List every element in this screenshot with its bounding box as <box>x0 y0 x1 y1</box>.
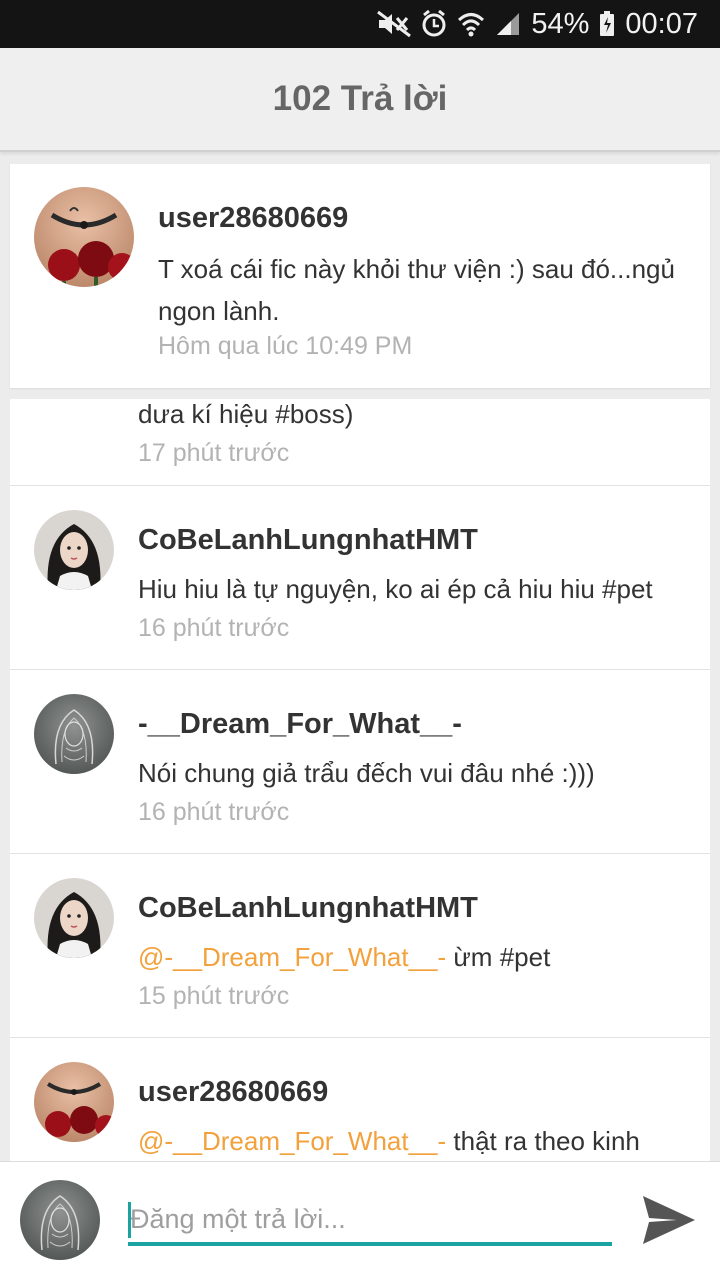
mention-link[interactable]: @-__Dream_For_What__- <box>138 1126 446 1156</box>
original-comment-card: user28680669 T xoá cái fic này khỏi thư … <box>10 164 710 388</box>
reply-message: Nói chung giả trẩu đếch vui đâu nhé :))) <box>138 756 703 790</box>
avatar[interactable] <box>34 1062 114 1142</box>
mention-link[interactable]: @-__Dream_For_What__- <box>138 942 446 972</box>
text-cursor <box>128 1202 131 1238</box>
battery-percentage: 54% <box>531 7 590 40</box>
page-title: 102 Trả lời <box>272 79 448 118</box>
reply-message: @-__Dream_For_What__- ừm #pet <box>138 940 703 974</box>
reply-text: Nói chung giả trẩu đếch vui đâu nhé :))) <box>138 758 595 788</box>
reply-username[interactable]: user28680669 <box>138 1076 328 1109</box>
clock: 00:07 <box>625 7 698 40</box>
reply-time: 16 phút trước <box>138 798 290 826</box>
avatar[interactable] <box>34 694 114 774</box>
reply-username[interactable]: -__Dream_For_What__- <box>138 708 462 741</box>
avatar[interactable] <box>34 878 114 958</box>
status-icons: 54% 00:07 <box>377 0 698 48</box>
comment-message: T xoá cái fic này khỏi thư viện :) sau đ… <box>158 254 675 326</box>
comment-time: Hôm qua lúc 10:49 PM <box>158 332 413 360</box>
list-item: CoBeLanhLungnhatHMT @-__Dream_For_What__… <box>10 854 710 1038</box>
current-user-avatar <box>20 1180 100 1260</box>
reply-input[interactable] <box>128 1196 612 1246</box>
replies-list[interactable]: dưa kí hiệu #boss) 17 phút trước CoBeLan… <box>10 399 710 1161</box>
reply-composer <box>0 1161 720 1280</box>
comment-username[interactable]: user28680669 <box>158 202 348 235</box>
reply-time: 16 phút trước <box>138 614 290 642</box>
status-bar: 54% 00:07 <box>0 0 720 48</box>
reply-text: thật ra theo kinh <box>453 1126 640 1156</box>
reply-time: 15 phút trước <box>138 982 290 1010</box>
list-item: -__Dream_For_What__- Nói chung giả trẩu … <box>10 670 710 854</box>
list-item: CoBeLanhLungnhatHMT Hiu hiu là tự nguyện… <box>10 486 710 670</box>
avatar[interactable] <box>34 510 114 590</box>
alarm-icon <box>421 10 447 38</box>
list-item: user28680669 @-__Dream_For_What__- thật … <box>10 1038 710 1161</box>
reply-time: 17 phút trước <box>138 439 290 467</box>
send-icon <box>641 1194 697 1246</box>
reply-username[interactable]: CoBeLanhLungnhatHMT <box>138 892 478 925</box>
avatar[interactable] <box>34 187 134 287</box>
reply-message: dưa kí hiệu #boss) <box>138 399 354 429</box>
mute-icon <box>377 10 412 38</box>
reply-text: Hiu hiu là tự nguyện, ko ai ép cả hiu hi… <box>138 574 653 604</box>
battery-icon <box>599 11 615 37</box>
reply-text: ừm #pet <box>453 942 551 972</box>
list-item: dưa kí hiệu #boss) 17 phút trước <box>10 399 710 486</box>
send-button[interactable] <box>636 1190 702 1250</box>
signal-icon <box>495 11 521 37</box>
reply-message: Hiu hiu là tự nguyện, ko ai ép cả hiu hi… <box>138 572 703 606</box>
app-header: 102 Trả lời <box>0 48 720 152</box>
wifi-icon <box>457 11 485 37</box>
reply-username[interactable]: CoBeLanhLungnhatHMT <box>138 524 478 557</box>
reply-message: @-__Dream_For_What__- thật ra theo kinh <box>138 1124 703 1158</box>
